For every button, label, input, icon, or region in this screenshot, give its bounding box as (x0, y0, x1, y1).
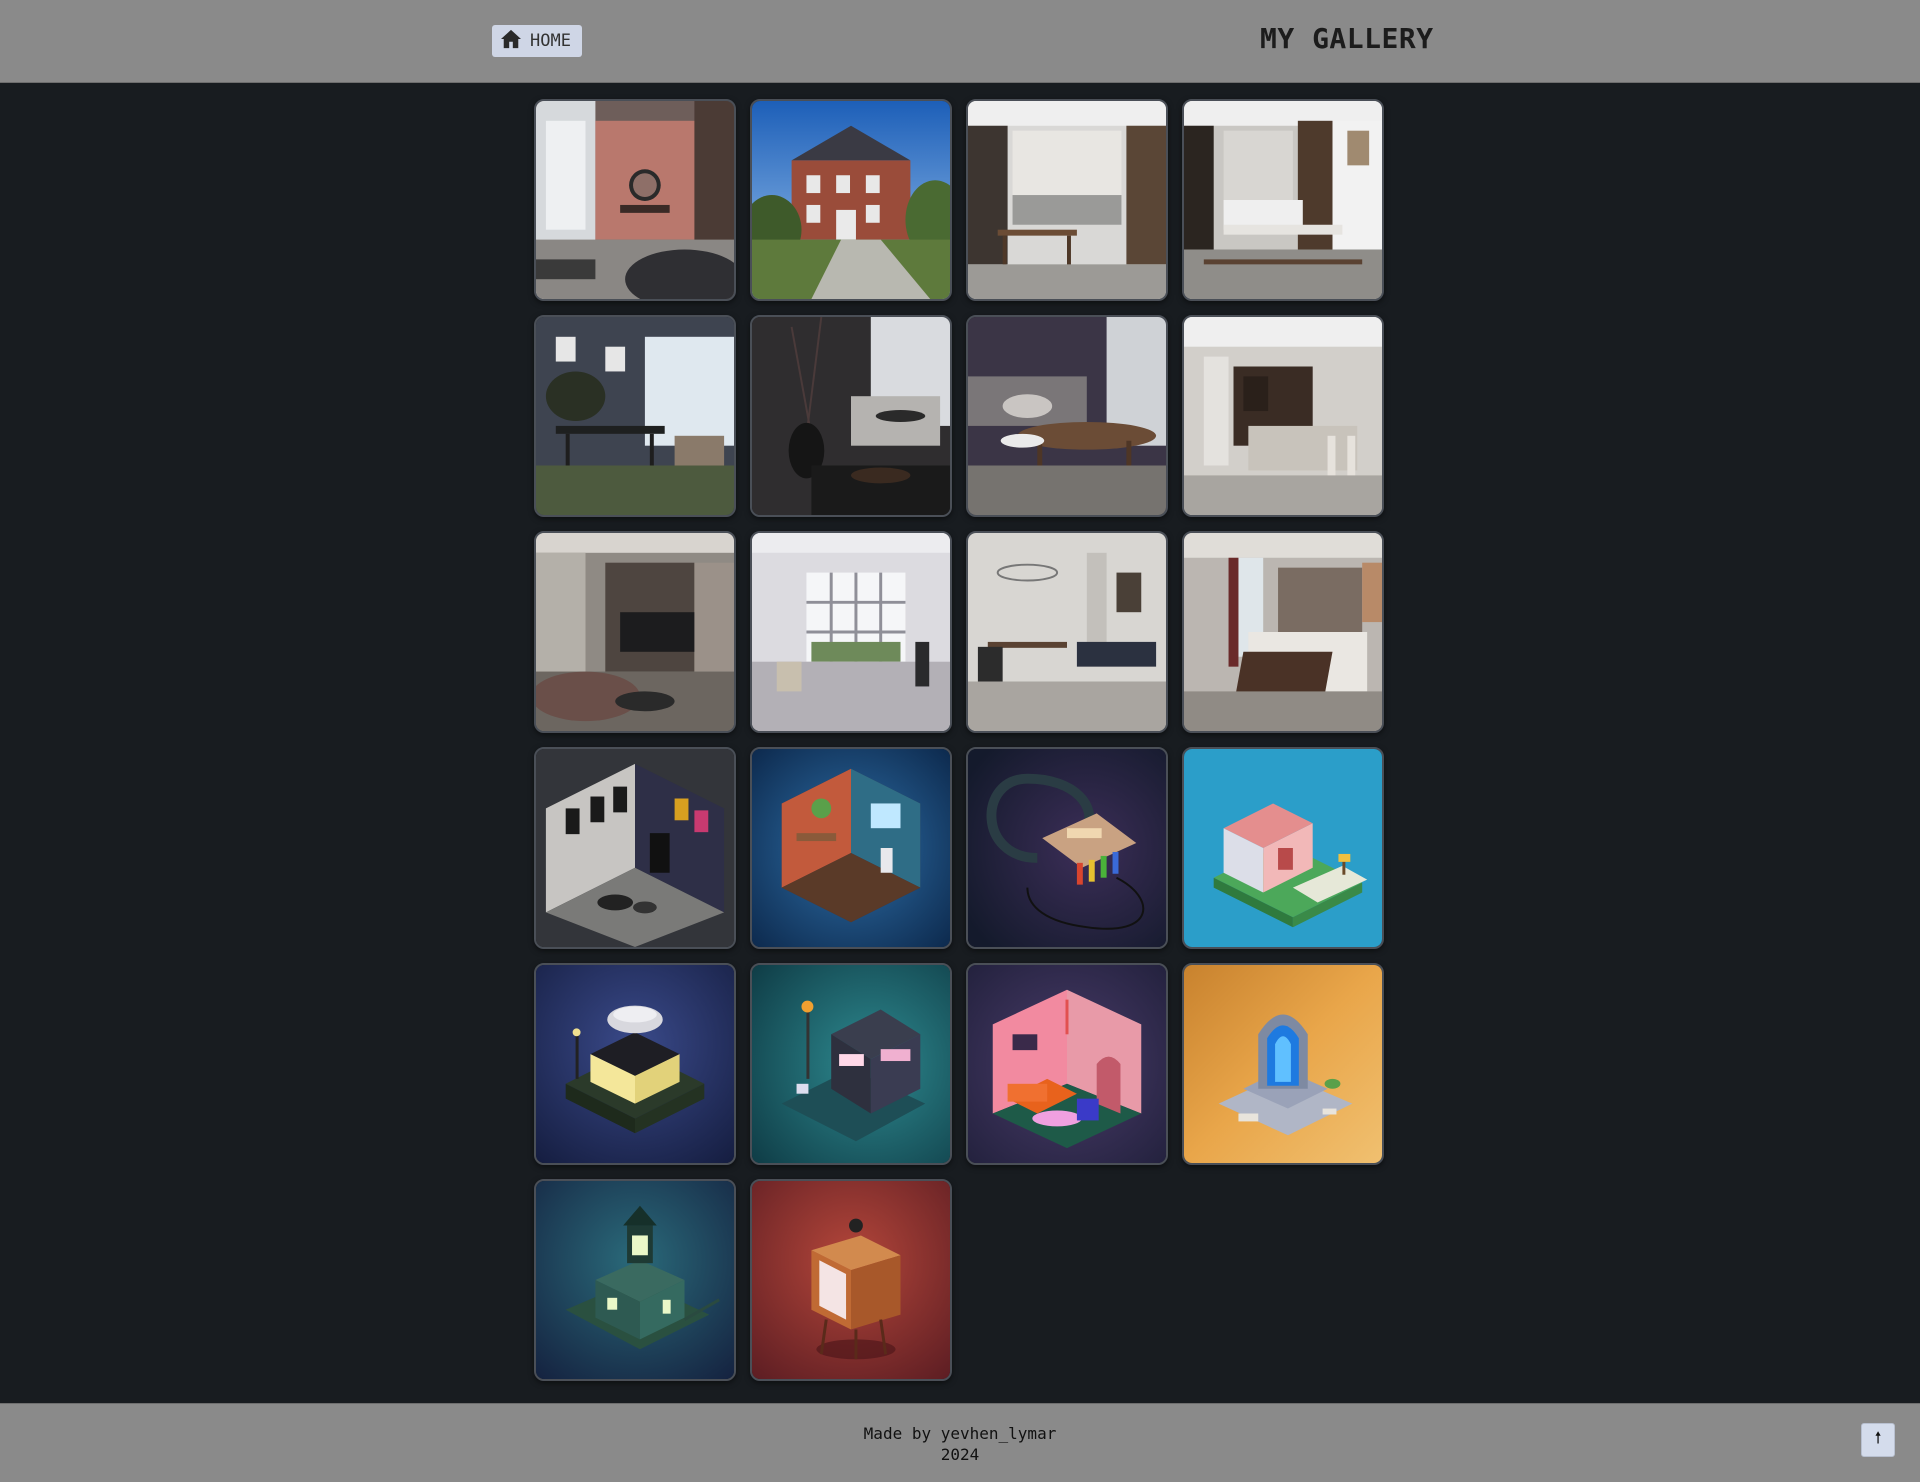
site-header: HOME MY GALLERY (0, 0, 1920, 83)
credit-author: Made by yevhen_lymar (863, 1424, 1057, 1443)
gallery-grid (0, 0, 1920, 1482)
site-footer: Made by yevhen_lymar 2024 🠕 (0, 1403, 1920, 1482)
gallery-image-marble-kitchen-dining[interactable] (966, 99, 1168, 301)
page-title: MY GALLERY (1260, 22, 1434, 55)
gallery-image-dark-wood-kitchen[interactable] (1182, 99, 1384, 301)
home-button[interactable]: HOME (492, 25, 582, 57)
gallery-image-tv-wall-living-room[interactable] (534, 531, 736, 733)
gallery-image-open-plan-living-dining[interactable] (966, 531, 1168, 733)
gallery-image-white-window-lounge[interactable] (750, 531, 952, 733)
gallery-image-grey-dining-room[interactable] (534, 315, 736, 517)
gallery-image-purple-living-room[interactable] (966, 315, 1168, 517)
gallery-image-modern-kitchen-island[interactable] (1182, 315, 1384, 517)
home-icon (500, 29, 522, 54)
credit-year: 2024 (940, 1445, 980, 1464)
gallery-image-isometric-retro-tv[interactable] (750, 1179, 952, 1381)
gallery-image-isometric-pink-cottage[interactable] (1182, 747, 1384, 949)
gallery-image-isometric-drum-machine[interactable] (966, 747, 1168, 949)
gallery-image-isometric-stone-portal[interactable] (1182, 963, 1384, 1165)
gallery-image-isometric-coffee-shop[interactable] (534, 963, 736, 1165)
gallery-image-isometric-pink-room[interactable] (966, 963, 1168, 1165)
gallery-image-isometric-music-studio[interactable] (534, 747, 736, 949)
gallery-image-brick-house-exterior[interactable] (750, 99, 952, 301)
gallery-image-isometric-cyber-building[interactable] (750, 963, 952, 1165)
credit: Made by yevhen_lymar 2024 (0, 1423, 1920, 1465)
gallery-image-isometric-teen-room[interactable] (750, 747, 952, 949)
home-label: HOME (530, 31, 571, 51)
arrow-up-icon: 🠕 (1874, 1427, 1882, 1447)
gallery-image-dark-vase-living-room[interactable] (750, 315, 952, 517)
gallery-image-isometric-lighthouse[interactable] (534, 1179, 736, 1381)
back-to-top-button[interactable]: 🠕 (1861, 1423, 1895, 1457)
gallery-image-pink-bedroom-render[interactable] (534, 99, 736, 301)
gallery-image-hotel-style-bedroom[interactable] (1182, 531, 1384, 733)
